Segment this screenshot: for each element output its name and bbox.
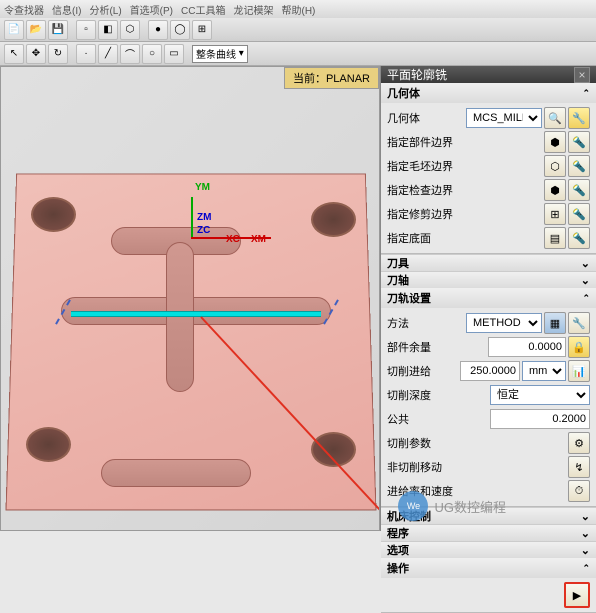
- wechat-icon: We: [398, 491, 428, 521]
- menu-item[interactable]: 分析(L): [89, 2, 121, 17]
- menu-item[interactable]: 帮助(H): [281, 2, 315, 17]
- tb-cube-icon[interactable]: ◧: [98, 20, 118, 40]
- axis-xm-label: XM: [251, 234, 266, 245]
- section-axis-header[interactable]: 刀轴⌄: [381, 271, 596, 288]
- common-label: 公共: [387, 411, 449, 427]
- chevron-up-icon: ⌃: [582, 88, 590, 99]
- graphics-viewport[interactable]: 当前：PLANAR YM ZM ZC XC XM: [0, 66, 380, 531]
- cut-params-button[interactable]: ⚙: [568, 432, 590, 454]
- axis-ym-label: YM: [195, 182, 210, 193]
- chevron-down-icon: ⌄: [581, 274, 590, 287]
- floor-show-icon[interactable]: 🔦: [568, 227, 590, 249]
- tb-sphere-icon[interactable]: ●: [148, 20, 168, 40]
- generate-button[interactable]: ▶: [564, 582, 590, 608]
- tb-rect-icon[interactable]: ▭: [164, 44, 184, 64]
- feed-input[interactable]: [460, 361, 520, 381]
- geometry-select[interactable]: MCS_MILL: [466, 108, 542, 128]
- axis-zm-label: ZM: [197, 212, 211, 223]
- chevron-down-icon: ⌄: [581, 510, 590, 523]
- floor-button[interactable]: ▤: [544, 227, 566, 249]
- operation-panel: 平面轮廓铣 × 几何体⌃ 几何体 MCS_MILL 🔍 🔧 指定部件边界: [380, 66, 596, 531]
- chevron-down-icon: ⌄: [581, 527, 590, 540]
- part-boundary-button[interactable]: ⬢: [544, 131, 566, 153]
- chevron-down-icon: ⌄: [581, 544, 590, 557]
- blank-boundary-label: 指定毛坯边界: [387, 158, 487, 174]
- axis-zc-label: ZC: [197, 225, 210, 236]
- noncut-label: 非切削移动: [387, 459, 487, 475]
- tb-arc-icon[interactable]: ⌒: [120, 44, 140, 64]
- menu-item[interactable]: CC工具箱: [181, 2, 225, 17]
- toolbar-1: 📄 📂 💾 ▫ ◧ ⬡ ● ◯ ⊞: [0, 18, 596, 42]
- menu-bar: 令查找器 信息(I) 分析(L) 首选项(P) CC工具箱 龙记模架 帮助(H): [0, 0, 596, 18]
- section-options-header[interactable]: 选项⌄: [381, 541, 596, 558]
- method-label: 方法: [387, 315, 449, 331]
- tb-move-icon[interactable]: ✥: [26, 44, 46, 64]
- method-inherit-icon[interactable]: ▦: [544, 312, 566, 334]
- menu-item[interactable]: 龙记模架: [233, 2, 273, 17]
- selection-mode-dropdown[interactable]: 整条曲线 ▾: [192, 45, 248, 63]
- toolbar-2: ↖ ✥ ↻ · ╱ ⌒ ○ ▭ 整条曲线 ▾: [0, 42, 596, 66]
- common-input[interactable]: [490, 409, 590, 429]
- tb-wire-icon[interactable]: ⊞: [192, 20, 212, 40]
- section-operation-header[interactable]: 操作⌃: [381, 558, 596, 578]
- part-remain-label: 部件余量: [387, 339, 449, 355]
- blank-boundary-show-icon[interactable]: 🔦: [568, 155, 590, 177]
- section-track-header[interactable]: 刀轨设置⌃: [381, 288, 596, 308]
- geom-edit-icon[interactable]: 🔧: [568, 107, 590, 129]
- tb-point-icon[interactable]: ·: [76, 44, 96, 64]
- close-button[interactable]: ×: [574, 67, 590, 83]
- check-boundary-label: 指定检查边界: [387, 182, 487, 198]
- section-program-header[interactable]: 程序⌄: [381, 524, 596, 541]
- menu-item[interactable]: 信息(I): [52, 2, 81, 17]
- section-tool-header[interactable]: 刀具⌄: [381, 254, 596, 271]
- part-boundary-show-icon[interactable]: 🔦: [568, 131, 590, 153]
- cut-params-label: 切削参数: [387, 435, 487, 451]
- tb-circle-icon[interactable]: ○: [142, 44, 162, 64]
- tb-rotate-icon[interactable]: ↻: [48, 44, 68, 64]
- method-edit-icon[interactable]: 🔧: [568, 312, 590, 334]
- feed-label: 切削进给: [387, 363, 449, 379]
- menu-item[interactable]: 令查找器: [4, 2, 44, 17]
- menu-item[interactable]: 首选项(P): [130, 2, 173, 17]
- tb-box-icon[interactable]: ▫: [76, 20, 96, 40]
- blank-boundary-button[interactable]: ⬡: [544, 155, 566, 177]
- section-geometry-header[interactable]: 几何体⌃: [381, 83, 596, 103]
- chevron-up-icon: ⌃: [582, 293, 590, 304]
- tb-cylinder-icon[interactable]: ⬡: [120, 20, 140, 40]
- method-select[interactable]: METHOD: [466, 313, 542, 333]
- chevron-up-icon: ⌃: [582, 563, 590, 574]
- check-boundary-button[interactable]: ⬢: [544, 179, 566, 201]
- axis-xc-label: XC: [226, 234, 240, 245]
- geom-label: 几何体: [387, 110, 449, 126]
- feed-unit-select[interactable]: mmpr: [522, 361, 566, 381]
- watermark: We UG数控编程: [398, 491, 506, 521]
- depth-select[interactable]: 恒定: [490, 385, 590, 405]
- lock-icon[interactable]: 🔒: [568, 336, 590, 358]
- trim-boundary-button[interactable]: ⊞: [544, 203, 566, 225]
- tb-save-icon[interactable]: 💾: [48, 20, 68, 40]
- panel-title-bar: 平面轮廓铣 ×: [381, 66, 596, 83]
- part-remain-input[interactable]: [488, 337, 566, 357]
- floor-label: 指定底面: [387, 230, 487, 246]
- cut-toolpath: [71, 311, 321, 317]
- tb-open-icon[interactable]: 📂: [26, 20, 46, 40]
- noncut-button[interactable]: ↯: [568, 456, 590, 478]
- status-bar: 当前：PLANAR: [284, 67, 379, 89]
- tb-select-icon[interactable]: ↖: [4, 44, 24, 64]
- model-plate: YM ZM ZC XC XM: [11, 167, 371, 507]
- chevron-down-icon: ⌄: [581, 257, 590, 270]
- trim-boundary-label: 指定修剪边界: [387, 206, 487, 222]
- tb-line-icon[interactable]: ╱: [98, 44, 118, 64]
- part-boundary-label: 指定部件边界: [387, 134, 487, 150]
- feed-calc-icon[interactable]: 📊: [568, 360, 590, 382]
- check-boundary-show-icon[interactable]: 🔦: [568, 179, 590, 201]
- trim-boundary-show-icon[interactable]: 🔦: [568, 203, 590, 225]
- tb-torus-icon[interactable]: ◯: [170, 20, 190, 40]
- tb-new-icon[interactable]: 📄: [4, 20, 24, 40]
- depth-label: 切削深度: [387, 387, 449, 403]
- geom-show-icon[interactable]: 🔍: [544, 107, 566, 129]
- feedrate-button[interactable]: ⏱: [568, 480, 590, 502]
